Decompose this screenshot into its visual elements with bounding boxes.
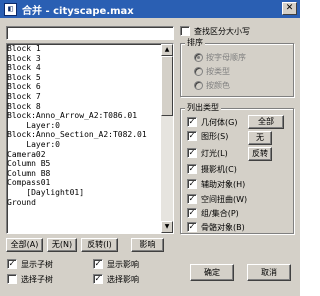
checkbox[interactable]: ✓: [187, 131, 197, 141]
list-item[interactable]: Block 1: [7, 44, 173, 54]
list-item[interactable]: Ground: [7, 198, 173, 208]
show-influence-label: 显示影响: [107, 259, 139, 269]
sort-alpha-label: 按字母顺序: [206, 53, 246, 62]
checkbox[interactable]: ✓: [93, 274, 103, 284]
close-button[interactable]: ✕: [282, 2, 297, 15]
list-scrollbar[interactable]: ▲ ▼: [161, 44, 173, 233]
type-label: 摄影机(C): [201, 164, 237, 174]
checkbox[interactable]: ✓: [93, 259, 103, 269]
select-none-button[interactable]: 无(N): [47, 238, 77, 252]
type-label: 骨骼对象(B): [201, 222, 245, 232]
list-item[interactable]: Camera02: [7, 150, 173, 160]
checkbox[interactable]: ✓: [7, 259, 17, 269]
type-label: 组/集合(P): [201, 208, 239, 218]
scroll-up-icon[interactable]: ▲: [161, 44, 173, 56]
scroll-down-icon[interactable]: ▼: [161, 221, 173, 233]
type-label: 灯光(L): [201, 148, 228, 158]
list-item[interactable]: Column B5: [7, 159, 173, 169]
merge-dialog: ◧ 合并 - cityscape.max ✕ Block 1 Block 3 Blo…: [0, 0, 300, 296]
sort-group-title: 排序: [185, 38, 205, 48]
type-helpers-check[interactable]: ✓ 辅助对象(H): [187, 178, 245, 190]
window-title: 合并 - cityscape.max: [22, 5, 134, 17]
ok-button[interactable]: 确定: [190, 264, 234, 281]
influence-button[interactable]: 影响: [131, 238, 164, 252]
show-subtree-check[interactable]: ✓ 显示子树: [7, 258, 53, 270]
list-item[interactable]: Compass01: [7, 178, 173, 188]
list-item[interactable]: Layer:0: [7, 121, 173, 131]
invert-selection-button[interactable]: 反转(I): [81, 238, 118, 252]
list-item[interactable]: Block 7: [7, 92, 173, 102]
scroll-thumb[interactable]: [161, 56, 173, 116]
checkbox[interactable]: ✓: [187, 164, 197, 174]
checkbox[interactable]: [180, 26, 190, 36]
checkbox[interactable]: [7, 274, 17, 284]
list-types-title: 列出类型: [185, 103, 221, 113]
case-sensitive-check[interactable]: 查找区分大小写: [180, 25, 250, 37]
list-item[interactable]: Layer:0: [7, 140, 173, 150]
object-list-items: Block 1 Block 3 Block 4 Block 5 Block 6 Block…: [7, 44, 173, 207]
type-cameras-check[interactable]: ✓ 摄影机(C): [187, 163, 237, 175]
type-shapes-check[interactable]: ✓ 图形(S): [187, 130, 228, 142]
checkbox[interactable]: ✓: [187, 208, 197, 218]
type-spacewarps-check[interactable]: ✓ 空间扭曲(W): [187, 193, 247, 205]
sort-type-label: 按类型: [206, 67, 230, 76]
list-item[interactable]: Block 6: [7, 82, 173, 92]
list-item[interactable]: Block:Anno_Arrow_A2:T086.01: [7, 111, 173, 121]
cancel-button[interactable]: 取消: [247, 264, 291, 281]
type-geometry-check[interactable]: ✓ 几何体(G): [187, 116, 237, 128]
checkbox[interactable]: ✓: [187, 148, 197, 158]
select-all-button[interactable]: 全部(A): [6, 238, 43, 252]
sort-color-label: 按颜色: [206, 81, 230, 90]
show-subtree-label: 显示子树: [21, 259, 53, 269]
app-icon: ◧: [4, 2, 17, 16]
checkbox[interactable]: ✓: [187, 194, 197, 204]
list-item[interactable]: Block 8: [7, 102, 173, 112]
title-bar[interactable]: ◧ 合并 - cityscape.max ✕: [0, 0, 300, 18]
checkbox[interactable]: ✓: [187, 179, 197, 189]
type-groups-check[interactable]: ✓ 组/集合(P): [187, 207, 239, 219]
types-invert-button[interactable]: 反转: [248, 147, 272, 161]
type-label: 辅助对象(H): [201, 179, 246, 189]
list-item[interactable]: Block 3: [7, 54, 173, 64]
radio-icon[interactable]: [194, 67, 203, 76]
sort-color-radio[interactable]: 按颜色: [194, 80, 230, 91]
list-item[interactable]: [Daylight01]: [7, 188, 173, 198]
select-subtree-check[interactable]: 选择子树: [7, 273, 53, 285]
types-all-button[interactable]: 全部: [248, 115, 284, 129]
sort-alpha-radio[interactable]: 按字母顺序: [194, 52, 246, 63]
sort-type-radio[interactable]: 按类型: [194, 66, 230, 77]
search-input[interactable]: [6, 26, 174, 40]
select-influence-label: 选择影响: [107, 274, 139, 284]
case-sensitive-label: 查找区分大小写: [194, 26, 250, 36]
object-list[interactable]: Block 1 Block 3 Block 4 Block 5 Block 6 Block…: [6, 43, 174, 234]
list-item[interactable]: Block:Anno_Section_A2:T082.01: [7, 130, 173, 140]
types-none-button[interactable]: 无: [248, 131, 272, 145]
type-bones-check[interactable]: ✓ 骨骼对象(B): [187, 221, 245, 233]
type-label: 空间扭曲(W): [201, 194, 248, 204]
checkbox[interactable]: ✓: [187, 222, 197, 232]
type-lights-check[interactable]: ✓ 灯光(L): [187, 147, 228, 159]
show-influence-check[interactable]: ✓ 显示影响: [93, 258, 139, 270]
list-item[interactable]: Block 4: [7, 63, 173, 73]
checkbox[interactable]: ✓: [187, 117, 197, 127]
radio-icon[interactable]: [194, 81, 203, 90]
list-item[interactable]: Block 5: [7, 73, 173, 83]
type-label: 几何体(G): [201, 117, 238, 127]
list-item[interactable]: Column B8: [7, 169, 173, 179]
radio-icon[interactable]: [194, 53, 203, 62]
select-subtree-label: 选择子树: [21, 274, 53, 284]
select-influence-check[interactable]: ✓ 选择影响: [93, 273, 139, 285]
type-label: 图形(S): [201, 131, 229, 141]
